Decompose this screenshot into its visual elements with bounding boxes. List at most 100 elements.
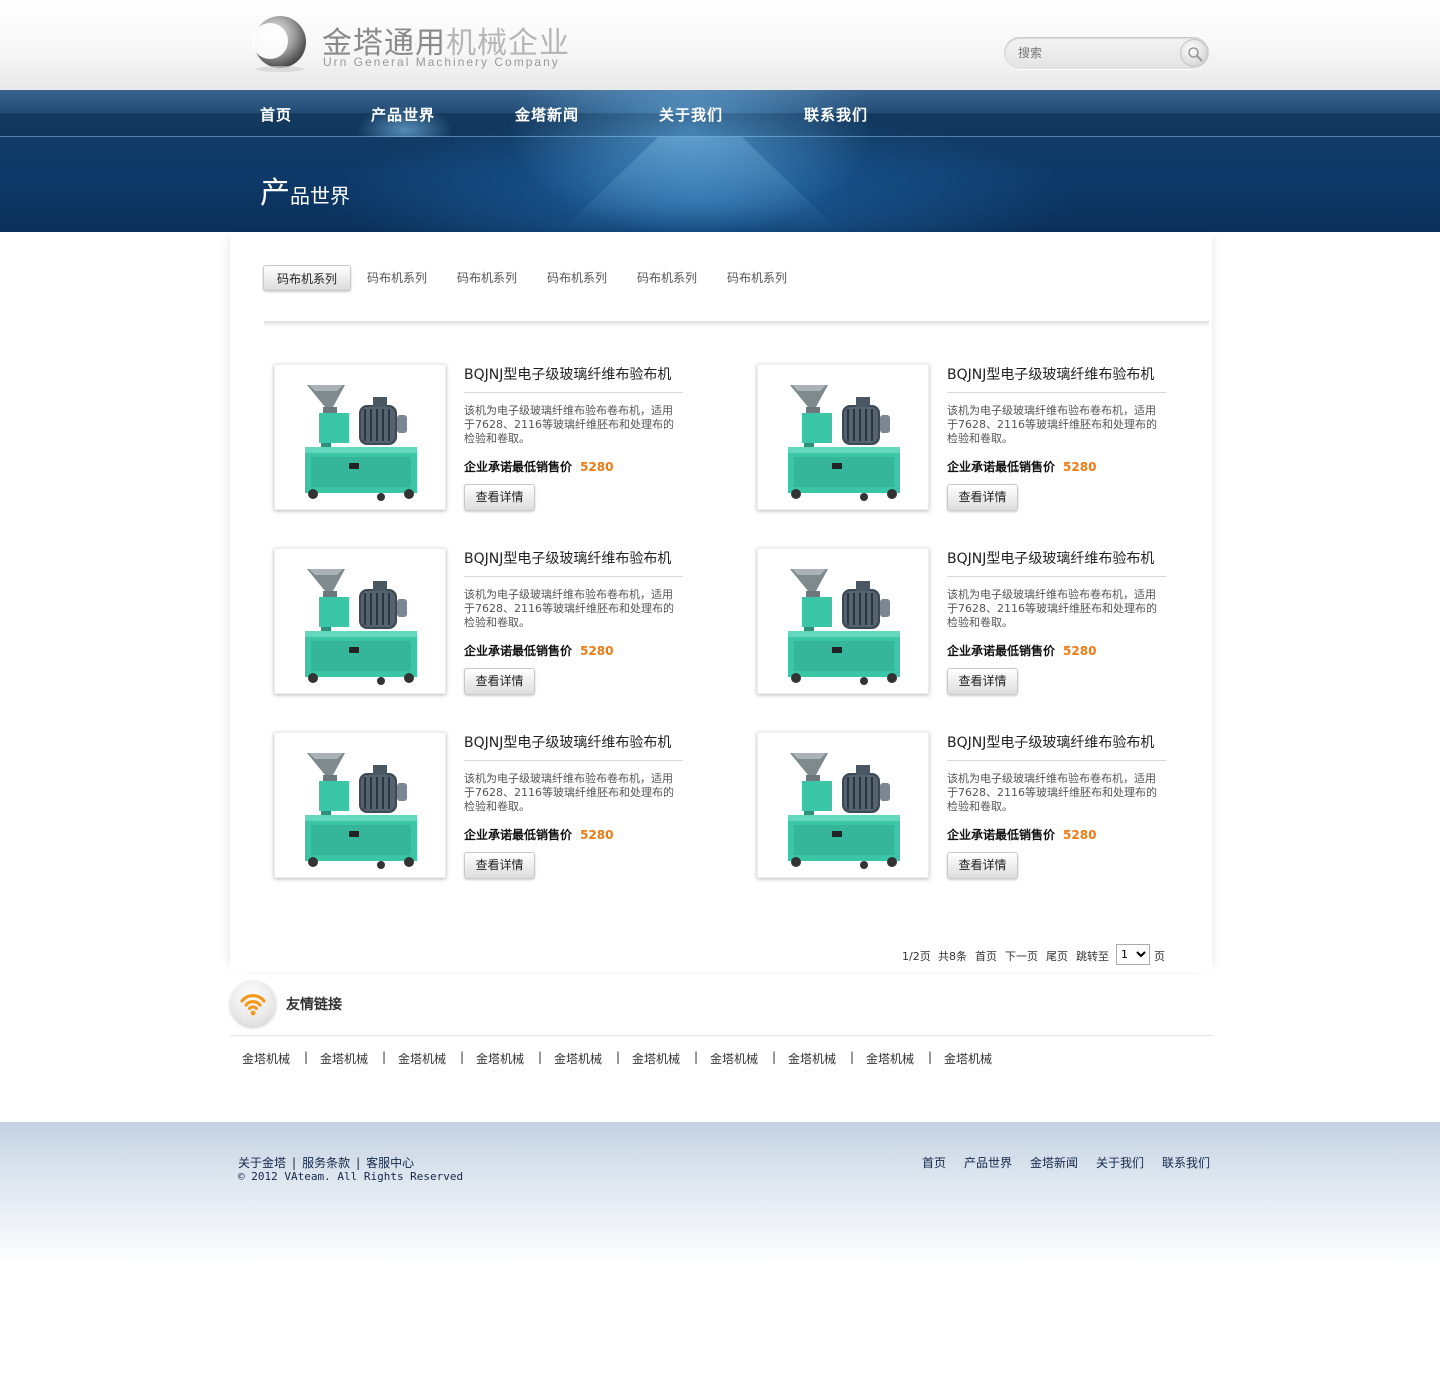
price-value: 5280 [580,828,614,842]
footer-nav: 首页 产品世界 金塔新闻 关于我们 联系我们 [922,1154,1222,1170]
magnifier-icon [1188,47,1203,62]
product-title-divider [947,576,1166,577]
product-title-divider [947,392,1166,393]
footer-link-about[interactable]: 关于金塔 [238,1156,286,1170]
link-separator: | [382,1050,387,1064]
footer-nav-about[interactable]: 关于我们 [1096,1154,1144,1171]
nav-item-products[interactable]: 产品世界 [371,104,435,125]
price-label: 企业承诺最低销售价 [464,460,573,474]
friend-link[interactable]: 金塔机械 [788,1050,836,1067]
tab-category-5[interactable]: 码布机系列 [637,265,697,291]
view-details-button[interactable]: 查看详情 [947,484,1018,511]
product-image[interactable] [757,732,929,878]
nav-item-about[interactable]: 关于我们 [659,104,723,125]
friend-link[interactable]: 金塔机械 [632,1050,680,1067]
price-value: 5280 [580,644,614,658]
product-description: 该机为电子级玻璃纤维布验布卷布机，适用于7628、2116等玻璃纤维胚布和处理布… [947,772,1157,813]
friend-link[interactable]: 金塔机械 [398,1050,446,1067]
page-info: 1/2页 [902,950,931,963]
view-details-button[interactable]: 查看详情 [947,852,1018,879]
view-details-button[interactable]: 查看详情 [464,668,535,695]
last-page-link[interactable]: 尾页 [1046,948,1068,964]
product-title-divider [464,576,683,577]
product-description: 该机为电子级玻璃纤维布验布卷布机，适用于7628、2116等玻璃纤维胚布和处理布… [947,404,1157,445]
friend-link[interactable]: 金塔机械 [476,1050,524,1067]
banner: 首页 产品世界 金塔新闻 关于我们 联系我们 产品世界 [0,90,1440,232]
view-details-button[interactable]: 查看详情 [464,852,535,879]
product-image[interactable] [757,364,929,510]
nav-item-news[interactable]: 金塔新闻 [515,104,579,125]
product-title[interactable]: BQJNJ型电子级玻璃纤维布验布机 [947,732,1154,752]
page-select[interactable]: 1 [1116,944,1150,965]
tab-category-2[interactable]: 码布机系列 [367,265,427,291]
footer-nav-products[interactable]: 产品世界 [964,1154,1012,1171]
product-title-divider [464,392,683,393]
friend-link[interactable]: 金塔机械 [242,1050,290,1067]
friend-link[interactable]: 金塔机械 [554,1050,602,1067]
price-value: 5280 [580,460,614,474]
price-value: 5280 [1063,828,1097,842]
view-details-button[interactable]: 查看详情 [947,668,1018,695]
next-page-link[interactable]: 下一页 [1005,948,1038,964]
site-footer: 关于金塔 | 服务条款 | 客服中心 © 2012 VAteam. All Rights… [0,1122,1440,1267]
rss-icon-badge [230,980,276,1026]
nav-item-contact[interactable]: 联系我们 [804,104,868,125]
link-separator: | [538,1050,543,1064]
product-title[interactable]: BQJNJ型电子级玻璃纤维布验布机 [464,732,671,752]
search-button[interactable] [1180,39,1208,67]
tab-category-4[interactable]: 码布机系列 [547,265,607,291]
machine-image [305,753,417,869]
footer-separator: | [356,1156,361,1170]
tab-category-3[interactable]: 码布机系列 [457,265,517,291]
first-page-link[interactable]: 首页 [975,948,997,964]
product-image[interactable] [274,732,446,878]
search-box [1004,37,1209,69]
footer-link-terms[interactable]: 服务条款 [302,1156,350,1170]
copyright: © 2012 VAteam. All Rights Reserved [238,1170,464,1183]
page-title-rest: 品世界 [290,184,350,208]
tab-category-1[interactable]: 码布机系列 [263,265,351,291]
friend-link[interactable]: 金塔机械 [866,1050,914,1067]
footer-nav-home[interactable]: 首页 [922,1154,946,1171]
link-separator: | [460,1050,465,1064]
machine-image [305,569,417,685]
footer-link-support[interactable]: 客服中心 [366,1156,414,1170]
product-image[interactable] [757,548,929,694]
friend-link[interactable]: 金塔机械 [944,1050,992,1067]
friend-link[interactable]: 金塔机械 [320,1050,368,1067]
footer-nav-news[interactable]: 金塔新闻 [1030,1154,1078,1171]
tab-category-6[interactable]: 码布机系列 [727,265,787,291]
footer-nav-contact[interactable]: 联系我们 [1162,1154,1210,1171]
product-title[interactable]: BQJNJ型电子级玻璃纤维布验布机 [947,364,1154,384]
site-logo[interactable]: 金塔通用机械企业 Urn General Machinery Company [248,12,588,78]
link-separator: | [616,1050,621,1064]
category-tabs: 码布机系列 码布机系列 码布机系列 码布机系列 码布机系列 码布机系列 [263,265,963,291]
product-title[interactable]: BQJNJ型电子级玻璃纤维布验布机 [464,548,671,568]
price-label: 企业承诺最低销售价 [947,644,1056,658]
search-input[interactable] [1018,43,1168,63]
product-card: BQJNJ型电子级玻璃纤维布验布机 该机为电子级玻璃纤维布验布卷布机，适用于76… [274,732,704,882]
friend-links-header: 友情链接 [230,980,1212,1036]
price-value: 5280 [1063,460,1097,474]
product-image[interactable] [274,548,446,694]
site-header: 金塔通用机械企业 Urn General Machinery Company [0,0,1440,90]
product-price: 企业承诺最低销售价 5280 [464,458,613,475]
page-suffix: 页 [1154,950,1165,963]
machine-image [305,385,417,501]
main-nav: 首页 产品世界 金塔新闻 关于我们 联系我们 [0,90,1440,137]
machine-image [788,753,900,869]
product-title[interactable]: BQJNJ型电子级玻璃纤维布验布机 [947,548,1154,568]
view-details-button[interactable]: 查看详情 [464,484,535,511]
footer-separator: | [292,1156,297,1170]
link-separator: | [928,1050,933,1064]
friend-link[interactable]: 金塔机械 [710,1050,758,1067]
product-title[interactable]: BQJNJ型电子级玻璃纤维布验布机 [464,364,671,384]
product-card: BQJNJ型电子级玻璃纤维布验布机 该机为电子级玻璃纤维布验布卷布机，适用于76… [274,548,704,698]
product-image[interactable] [274,364,446,510]
product-card: BQJNJ型电子级玻璃纤维布验布机 该机为电子级玻璃纤维布验布卷布机，适用于76… [274,364,704,514]
nav-item-home[interactable]: 首页 [260,104,292,125]
logo-mark-icon [252,16,306,72]
product-price: 企业承诺最低销售价 5280 [947,642,1096,659]
price-label: 企业承诺最低销售价 [464,828,573,842]
product-price: 企业承诺最低销售价 5280 [947,826,1096,843]
